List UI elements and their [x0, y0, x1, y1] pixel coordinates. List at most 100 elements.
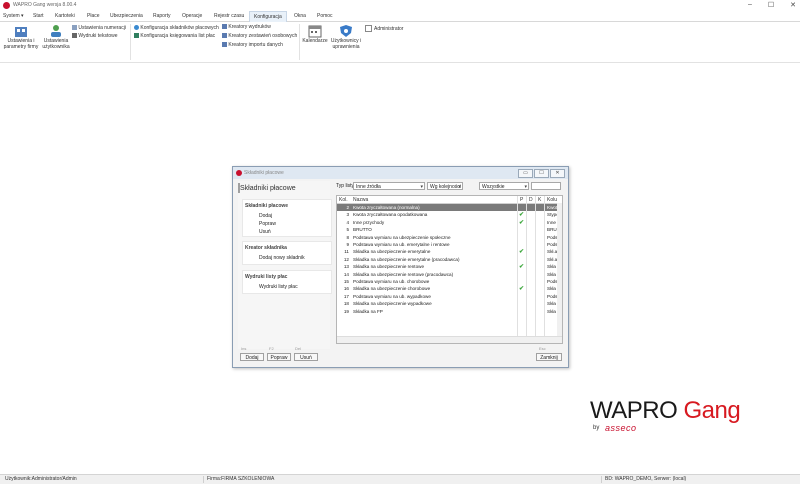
table-header: Kol. Nazwa P D K Kolu [337, 196, 562, 204]
close-button[interactable]: ✕ [790, 1, 796, 9]
checkmark-icon: ✔ [519, 249, 525, 256]
book-icon [134, 33, 139, 39]
close-dialog-button[interactable]: Zamknij [536, 353, 562, 361]
checkmark-icon: ✔ [519, 286, 525, 293]
link-payroll-prints[interactable]: Wydruki listy płac [259, 284, 298, 290]
table-row[interactable]: 12 Składka na ubezpieczenie emerytalne (p… [337, 256, 557, 263]
link-new-component[interactable]: Dodaj nowy składnik [259, 255, 305, 261]
table-row[interactable]: 13 Składka na ubezpieczenie rentowe Skła ✔ [337, 263, 557, 270]
add-button[interactable]: Dodaj [240, 353, 264, 361]
shortcut-edit: F2 [269, 346, 274, 351]
payroll-booking-button[interactable]: Konfiguracja księgowania list płac [134, 33, 215, 39]
menu-rejestr-czasu[interactable]: Rejestr czasu [214, 13, 244, 19]
status-database: BD: WAPRO_DEMO, Serwer: (local) [601, 476, 686, 483]
dialog-minimize-button[interactable]: ▭ [518, 169, 533, 178]
menu-konfiguracja[interactable]: Konfiguracja [249, 11, 287, 22]
scope-select[interactable]: Wszystkie ▾ [479, 182, 529, 190]
section-prints: Wydruki listy płac Wydruki listy płac [242, 270, 332, 294]
menu-system[interactable]: System ▾ [3, 13, 24, 19]
col-header-p[interactable]: P [520, 197, 523, 203]
payroll-components-dialog: Składniki płacowe ▭ ☐ ✕ Składniki płacow… [232, 166, 569, 368]
list-type-select[interactable]: Inne źródła ▾ [353, 182, 425, 190]
dialog-maximize-button[interactable]: ☐ [534, 169, 549, 178]
order-select[interactable]: Wg kolejności ▾ [427, 182, 463, 190]
ribbon-toolbar: Ustawienia i parametry firmy Ustawienia … [0, 22, 800, 63]
menu-raporty[interactable]: Raporty [153, 13, 171, 19]
numbering-icon [72, 25, 77, 31]
minimize-button[interactable]: – [748, 1, 752, 9]
menu-okna[interactable]: Okna [294, 13, 306, 19]
table-row[interactable]: 9 Podstawa wymiaru na ub. emerytalne i re… [337, 241, 558, 248]
edit-button[interactable]: Popraw [267, 353, 291, 361]
status-user: Użytkownik:Administrator/Admin [5, 476, 77, 482]
row-number: 4 [346, 219, 349, 225]
table-row[interactable]: 2 Kwota zryczałtowana (normalna) Kwot [337, 204, 557, 212]
numbering-button[interactable]: Ustawienia numeracji [72, 25, 126, 31]
menu-operacje[interactable]: Operacje [182, 13, 202, 19]
row-name: Składka na ubezpieczenie rentowe (pracod… [353, 271, 454, 277]
import-icon [222, 42, 227, 48]
table-row[interactable]: 19 Składka na FP Skła [337, 308, 557, 315]
col-header-number[interactable]: Kol. [339, 197, 348, 203]
link-edit[interactable]: Popraw [259, 221, 276, 227]
menu-kartoteki[interactable]: Kartoteki [55, 13, 75, 19]
delete-button[interactable]: Usuń [294, 353, 318, 361]
company-settings-button[interactable]: Ustawienia i parametry firmy [3, 24, 39, 50]
list-type-label: Typ listy [336, 183, 355, 189]
payroll-components-button[interactable]: Konfiguracja składników płacowych [134, 25, 219, 31]
row-name: Kwota zryczałtowana (normalna) [353, 205, 420, 210]
row-name: Podstawa wymiaru na ub. wypadkowe [353, 293, 431, 299]
vertical-scrollbar[interactable] [557, 203, 562, 337]
search-input[interactable] [531, 182, 561, 190]
app-logo-icon [3, 2, 10, 9]
calendars-button[interactable]: Kalendarze [302, 24, 328, 44]
table-row[interactable]: 17 Podstawa wymiaru na ub. wypadkowe Podst [337, 293, 559, 300]
row-number: 18 [343, 301, 349, 307]
company-settings-icon [15, 27, 27, 37]
personal-wizards-button[interactable]: Kreatory zestawień osobowych [222, 33, 297, 39]
maximize-button[interactable]: ☐ [768, 1, 774, 9]
menu-start[interactable]: Start [33, 13, 44, 19]
users-label-2: uprawnienia [332, 44, 360, 50]
print-wizards-button[interactable]: Kreatory wydruków [222, 24, 271, 30]
settings-icon [134, 25, 139, 31]
shield-icon [340, 25, 352, 37]
menu-ubezpieczenia[interactable]: Ubezpieczenia [110, 13, 143, 19]
menu-pomoc[interactable]: Pomoc [317, 13, 333, 19]
row-name: Składka na ubezpieczenie rentowe [353, 264, 424, 270]
company-settings-label-2: parametry firmy [3, 44, 39, 50]
link-delete[interactable]: Usuń [259, 229, 271, 235]
table-row[interactable]: 3 Kwota zryczałtowana opodatkowana Stype ✔ [337, 211, 558, 218]
window-title: WAPRO Gang wersja 8.00.4 [13, 2, 77, 8]
table-row[interactable]: 4 Inne przychody Inne ✔ [337, 219, 557, 226]
table-row[interactable]: 15 Podstawa wymiaru na ub. chorobowe Podst [337, 278, 559, 285]
users-permissions-button[interactable]: Użytkownicy i uprawnienia [330, 24, 362, 50]
administrator-checkbox[interactable]: Administrator [365, 25, 403, 32]
table-row[interactable]: 5 BRUTTO BRU [337, 226, 557, 233]
ribbon-separator [299, 24, 300, 60]
link-add[interactable]: Dodaj [259, 213, 272, 219]
table-row[interactable]: 8 Podstawa wymiaru na ubezpieczenie społe… [337, 234, 558, 241]
menu-place[interactable]: Płace [87, 13, 100, 19]
col-header-k[interactable]: K [538, 197, 541, 203]
people-icon [222, 33, 227, 39]
table-row[interactable]: 11 Składka na ubezpieczenie emerytalne Skł… [337, 248, 557, 255]
table-row[interactable]: 14 Składka na ubezpieczenie rentowe (prac… [337, 271, 557, 278]
col-header-column[interactable]: Kolu [547, 197, 557, 203]
col-header-d[interactable]: D [529, 197, 533, 203]
section-wizard-header: Kreator składnika [245, 245, 287, 251]
user-settings-label-2: użytkownika [42, 44, 70, 50]
dialog-close-button[interactable]: ✕ [550, 169, 565, 178]
table-row[interactable]: 16 Składka na ubezpieczenie chorobowe Skła… [337, 285, 557, 292]
horizontal-scrollbar[interactable] [337, 336, 562, 343]
row-name: Składka na FP [353, 308, 383, 314]
row-name: Składka na ubezpieczenie emerytalne [353, 249, 431, 255]
text-prints-button[interactable]: Wydruki tekstowe [72, 33, 118, 39]
col-header-name[interactable]: Nazwa [353, 197, 368, 203]
logo-gang: Gang [683, 397, 741, 424]
table-row[interactable]: 18 Składka na ubezpieczenie wypadkowe Skła [337, 300, 557, 307]
row-number: 16 [343, 286, 349, 292]
row-number: 19 [343, 308, 349, 314]
user-settings-button[interactable]: Ustawienia użytkownika [42, 24, 70, 50]
import-wizards-button[interactable]: Kreatory importu danych [222, 42, 283, 48]
